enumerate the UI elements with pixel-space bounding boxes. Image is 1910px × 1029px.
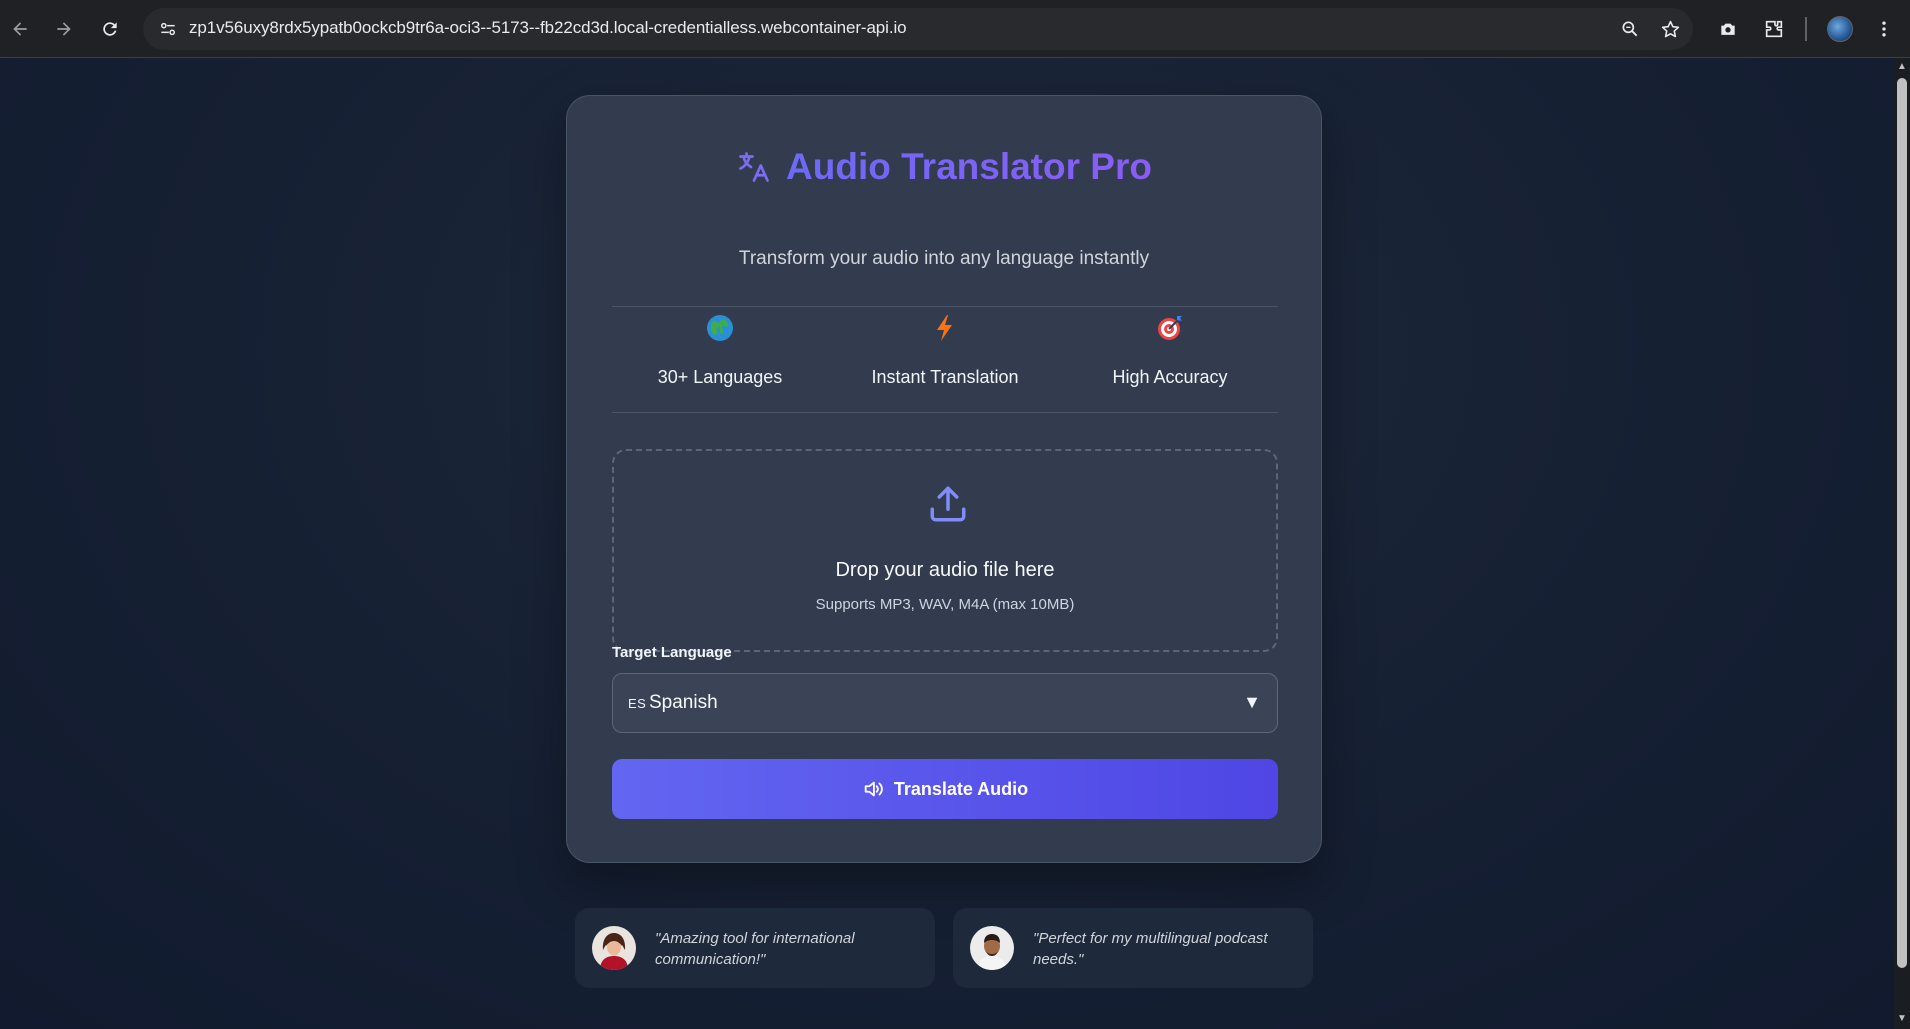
target-language-label: Target Language: [612, 644, 732, 661]
upload-icon: [930, 486, 966, 522]
url-text: zp1v56uxy8rdx5ypatb0ockcb9tr6a-oci3--517…: [189, 18, 907, 37]
feature-label: High Accuracy: [1112, 367, 1228, 387]
lightning-icon: [937, 315, 952, 341]
features-row: 30+ Languages Instant Translation High A…: [612, 306, 1278, 413]
target-language-select[interactable]: ES Spanish ▼: [612, 673, 1278, 733]
page-subtitle: Transform your audio into any language i…: [738, 248, 1150, 269]
extensions-icon[interactable]: [1758, 13, 1790, 45]
back-button[interactable]: [4, 13, 36, 45]
language-code: ES: [628, 696, 647, 711]
dropdown-caret-icon: ▼: [1243, 692, 1261, 712]
browser-toolbar: zp1v56uxy8rdx5ypatb0ockcb9tr6a-oci3--517…: [0, 0, 1910, 58]
page-viewport: Audio Translator Pro Transform your audi…: [0, 58, 1894, 1029]
scroll-down-icon[interactable]: ▼: [1897, 1014, 1907, 1024]
feature-instant: Instant Translation: [828, 307, 1062, 414]
profile-avatar[interactable]: [1827, 16, 1853, 42]
speaker-icon: [864, 781, 883, 797]
dropzone-supported-formats: Supports MP3, WAV, M4A (max 10MB): [815, 596, 1075, 613]
target-icon: [1158, 316, 1182, 340]
toolbar-divider: [1805, 17, 1807, 41]
testimonial-card: "Amazing tool for international communic…: [575, 908, 935, 988]
title-row: Audio Translator Pro: [567, 146, 1321, 188]
feature-languages: 30+ Languages: [612, 307, 828, 414]
feature-label: Instant Translation: [871, 367, 1019, 387]
avatar: [970, 926, 1014, 970]
audio-dropzone[interactable]: Drop your audio file here Supports MP3, …: [612, 449, 1278, 652]
reload-button[interactable]: [94, 13, 126, 45]
translate-button-label: Translate Audio: [893, 778, 1029, 799]
reload-icon: [103, 22, 117, 36]
zoom-icon[interactable]: [1616, 15, 1644, 43]
translate-icon: [739, 152, 769, 182]
arrow-right-icon: [57, 22, 71, 36]
forward-button[interactable]: [48, 13, 80, 45]
dropzone-title: Drop your audio file here: [835, 559, 1055, 581]
translator-card: Audio Translator Pro Transform your audi…: [566, 95, 1322, 863]
more-menu-icon[interactable]: [1868, 13, 1900, 45]
site-info-icon[interactable]: [153, 14, 183, 44]
bookmark-star-icon[interactable]: [1656, 15, 1684, 43]
language-name: Spanish: [649, 692, 718, 713]
page-title: Audio Translator Pro: [786, 146, 1152, 187]
globe-icon: [707, 315, 733, 341]
testimonial-quote: "Perfect for my multilingual podcast nee…: [1033, 930, 1268, 968]
feature-label: 30+ Languages: [657, 367, 783, 387]
feature-accuracy: High Accuracy: [1062, 307, 1278, 414]
testimonial-card: "Perfect for my multilingual podcast nee…: [953, 908, 1313, 988]
scroll-up-icon[interactable]: ▲: [1897, 62, 1907, 72]
testimonial-quote: "Amazing tool for international communic…: [655, 930, 855, 968]
translate-audio-button[interactable]: Translate Audio: [612, 759, 1278, 819]
arrow-left-icon: [13, 22, 27, 36]
scroll-thumb[interactable]: [1897, 78, 1907, 968]
page-scrollbar[interactable]: ▲ ▼: [1894, 58, 1910, 1029]
avatar: [592, 926, 636, 970]
address-bar[interactable]: zp1v56uxy8rdx5ypatb0ockcb9tr6a-oci3--517…: [143, 8, 1693, 50]
camera-icon[interactable]: [1712, 13, 1744, 45]
